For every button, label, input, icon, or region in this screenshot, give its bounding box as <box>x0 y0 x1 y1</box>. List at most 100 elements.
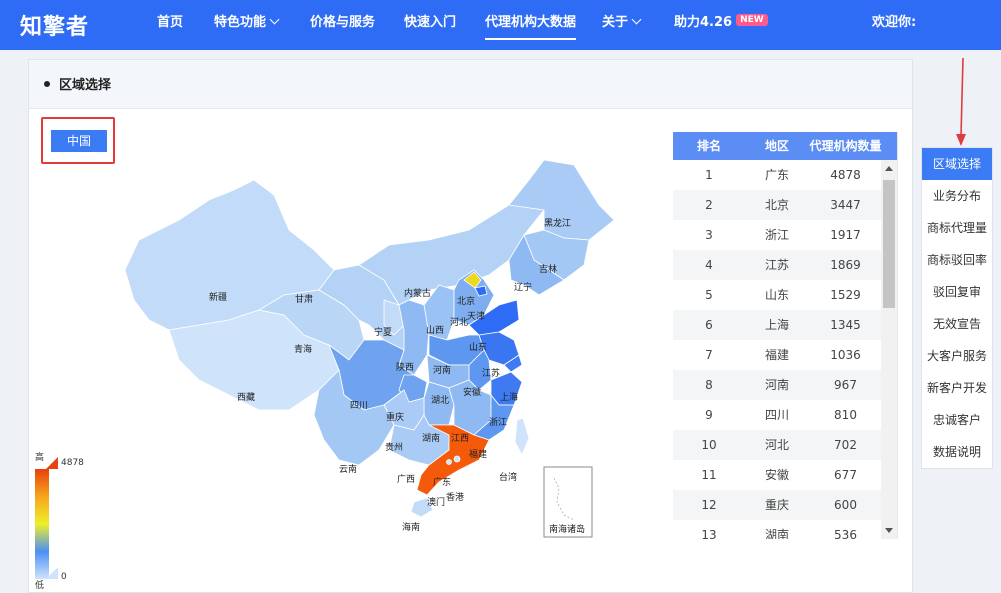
cell-rank: 11 <box>701 468 717 482</box>
label-jiangxi: 江西 <box>451 433 469 444</box>
nav-features[interactable]: 特色功能 <box>214 0 280 50</box>
table-row[interactable]: 13 湖南 536 <box>673 520 897 539</box>
table-scrollbar[interactable] <box>881 160 897 539</box>
chevron-down-icon <box>631 14 642 25</box>
welcome-text: 欢迎你: <box>872 15 917 30</box>
cell-count: 1036 <box>830 348 861 362</box>
label-tibet: 西藏 <box>237 391 255 403</box>
panel-header: 区域选择 <box>29 60 912 109</box>
cell-count: 536 <box>834 528 857 539</box>
table-row[interactable]: 6 上海 1345 <box>673 310 897 340</box>
logo[interactable]: 知擎者 <box>20 10 89 40</box>
legend-high-handle[interactable] <box>46 457 58 469</box>
table-row[interactable]: 10 河北 702 <box>673 430 897 460</box>
scroll-up-icon[interactable] <box>885 166 893 171</box>
label-jiangsu: 江苏 <box>482 367 500 379</box>
nav-home[interactable]: 首页 <box>157 0 183 50</box>
nav-promo[interactable]: 助力4.26 NEW <box>674 0 768 50</box>
cell-count: 1869 <box>830 258 861 272</box>
table-header: 排名 地区 代理机构数量 <box>673 132 897 160</box>
side-item-data-notes[interactable]: 数据说明 <box>922 436 992 468</box>
label-henan: 河南 <box>433 364 451 376</box>
label-hongkong: 香港 <box>446 491 464 503</box>
table-row[interactable]: 4 江苏 1869 <box>673 250 897 280</box>
label-macau: 澳门 <box>427 496 445 508</box>
top-navigation-bar: 知擎者 首页 特色功能 价格与服务 快速入门 代理机构大数据 关于 助力4.26… <box>0 0 1001 50</box>
side-item-agency-volume[interactable]: 商标代理量 <box>922 212 992 244</box>
side-item-rejection-rate[interactable]: 商标驳回率 <box>922 244 992 276</box>
label-inset: 南海诸岛 <box>549 523 585 535</box>
province-hongkong[interactable] <box>453 455 461 463</box>
side-item-new-clients[interactable]: 新客户开发 <box>922 372 992 404</box>
nav-quickstart[interactable]: 快速入门 <box>404 0 456 50</box>
table-row[interactable]: 9 四川 810 <box>673 400 897 430</box>
cell-rank: 5 <box>705 288 713 302</box>
cell-rank: 2 <box>705 198 713 212</box>
label-hunan: 湖南 <box>422 432 440 444</box>
label-fujian: 福建 <box>469 448 487 460</box>
label-sichuan: 四川 <box>350 401 368 411</box>
cell-rank: 13 <box>701 528 717 539</box>
table-row[interactable]: 7 福建 1036 <box>673 340 897 370</box>
panel-title: 区域选择 <box>59 78 112 93</box>
label-beijing: 北京 <box>457 295 475 307</box>
nav-pricing[interactable]: 价格与服务 <box>310 0 375 50</box>
legend-high-label: 高 <box>35 453 45 463</box>
label-shanghai: 上海 <box>500 391 518 403</box>
cell-rank: 3 <box>705 228 713 242</box>
label-liaoning: 辽宁 <box>514 281 532 293</box>
table-row[interactable]: 1 广东 4878 <box>673 160 897 190</box>
label-chongqing: 重庆 <box>386 411 404 423</box>
cell-region: 北京 <box>764 198 789 212</box>
side-item-loyal-clients[interactable]: 忠诚客户 <box>922 404 992 436</box>
cell-count: 810 <box>834 408 857 422</box>
cell-count: 3447 <box>830 198 861 212</box>
side-item-invalidation[interactable]: 无效宣告 <box>922 308 992 340</box>
table-row[interactable]: 11 安徽 677 <box>673 460 897 490</box>
cell-region: 福建 <box>764 348 789 362</box>
nav-agency-data[interactable]: 代理机构大数据 <box>485 0 577 50</box>
cell-region: 江苏 <box>764 258 789 272</box>
scroll-down-icon[interactable] <box>885 528 893 533</box>
cell-region: 河南 <box>764 378 789 392</box>
cell-region: 安徽 <box>764 468 789 482</box>
column-header-count: 代理机构数量 <box>809 139 882 153</box>
cell-count: 4878 <box>830 168 861 182</box>
label-shandong: 山东 <box>469 341 487 353</box>
legend-low-handle[interactable] <box>46 567 58 579</box>
side-item-key-accounts[interactable]: 大客户服务 <box>922 340 992 372</box>
cell-region: 重庆 <box>764 498 789 512</box>
label-shanxi: 山西 <box>426 325 444 336</box>
label-guizhou: 贵州 <box>385 441 403 453</box>
china-map: 新疆 西藏 青海 甘肃 内蒙古 宁夏 山西 北京 天津 河北 辽宁 吉林 黑龙江… <box>124 159 615 538</box>
table-row[interactable]: 5 山东 1529 <box>673 280 897 310</box>
nav-features-label: 特色功能 <box>214 15 267 30</box>
scroll-thumb[interactable] <box>883 180 895 308</box>
cell-count: 1917 <box>830 228 861 242</box>
cell-rank: 6 <box>705 318 713 332</box>
cell-rank: 12 <box>701 498 717 512</box>
side-item-business[interactable]: 业务分布 <box>922 180 992 212</box>
cell-region: 上海 <box>764 318 789 332</box>
label-guangdong: 广东 <box>433 476 451 488</box>
side-item-region[interactable]: 区域选择 <box>922 148 992 180</box>
cell-count: 967 <box>834 378 857 392</box>
table-row[interactable]: 3 浙江 1917 <box>673 220 897 250</box>
cell-rank: 4 <box>705 258 713 272</box>
side-item-review[interactable]: 驳回复审 <box>922 276 992 308</box>
table-row[interactable]: 12 重庆 600 <box>673 490 897 520</box>
legend-max-value: 4878 <box>61 458 84 468</box>
cell-count: 677 <box>834 468 857 482</box>
legend-min-value: 0 <box>61 572 67 582</box>
annotation-arrow-icon <box>956 57 966 146</box>
province-taiwan[interactable] <box>514 417 530 456</box>
label-gansu: 甘肃 <box>295 293 313 305</box>
cell-rank: 7 <box>705 348 713 362</box>
cell-region: 河北 <box>764 438 789 452</box>
table-row[interactable]: 2 北京 3447 <box>673 190 897 220</box>
label-yunnan: 云南 <box>339 463 357 475</box>
table-row[interactable]: 8 河南 967 <box>673 370 897 400</box>
province-macau[interactable] <box>446 459 452 465</box>
nav-home-label: 首页 <box>157 15 184 30</box>
nav-about[interactable]: 关于 <box>602 0 642 50</box>
